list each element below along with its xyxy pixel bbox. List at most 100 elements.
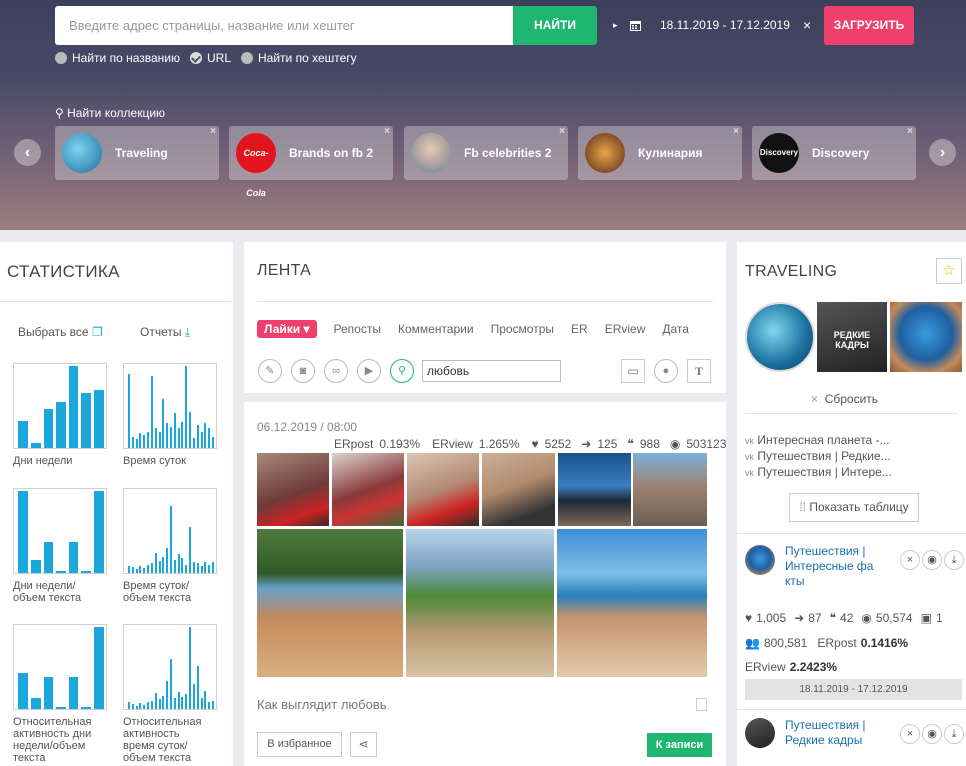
show-table-button[interactable]: ⁞⁞ Показать таблицу <box>789 493 919 522</box>
checkbox-by-hashtag[interactable] <box>241 52 254 64</box>
page-link[interactable]: vk Путешествия | Редкие... <box>745 449 891 463</box>
tab-er[interactable]: ER <box>571 322 588 336</box>
post-photo[interactable] <box>332 453 404 526</box>
star-icon[interactable]: ☆ <box>936 258 962 284</box>
tab-date[interactable]: Дата <box>662 322 689 336</box>
video-icon[interactable]: ▶ <box>357 359 381 383</box>
stats-chart[interactable] <box>13 363 107 449</box>
link-icon[interactable]: ∞ <box>324 359 348 383</box>
page-link[interactable]: vk Интересная планета -... <box>745 433 890 447</box>
stats-chart[interactable] <box>13 624 107 710</box>
carousel-prev-button[interactable]: ‹ <box>14 139 41 166</box>
community-name[interactable]: Путешествия | Интересные фа кты <box>785 544 885 589</box>
go-to-post-button[interactable]: К записи <box>647 733 712 757</box>
search-input[interactable]: Введите адрес страницы, название или хеш… <box>55 6 513 45</box>
reset-button[interactable]: × Сбросить <box>811 392 878 406</box>
collection-card-celebrities[interactable]: Fb celebrities 2 × <box>404 126 568 180</box>
remove-collection-icon[interactable]: × <box>559 126 565 137</box>
close-icon: × <box>811 392 819 406</box>
post-photo[interactable] <box>633 453 707 526</box>
select-all-button[interactable]: Выбрать все ❐ <box>18 325 103 339</box>
stats-chart[interactable] <box>123 624 217 710</box>
eye-icon[interactable]: ◉ <box>922 724 942 744</box>
remove-icon[interactable]: × <box>900 550 920 570</box>
option-by-name[interactable]: Найти по названию <box>55 51 180 65</box>
option-by-hashtag[interactable]: Найти по хештегу <box>241 51 357 65</box>
camera-icon[interactable]: ◙ <box>291 359 315 383</box>
post-photo[interactable] <box>257 453 329 526</box>
tab-reposts[interactable]: Репосты <box>334 322 381 336</box>
page-link[interactable]: vk Путешествия | Интере... <box>745 465 892 479</box>
find-collection-link[interactable]: ⚲ Найти коллекцию <box>55 106 165 120</box>
tab-erview[interactable]: ERview <box>605 322 646 336</box>
stats-chart[interactable] <box>123 488 217 574</box>
checkbox-by-name[interactable] <box>55 52 67 64</box>
checkbox-url[interactable] <box>190 52 202 64</box>
post-photo[interactable] <box>558 453 631 526</box>
post-photo[interactable] <box>257 529 403 677</box>
reports-button[interactable]: Отчеты ⤓ <box>140 325 190 340</box>
share-icon[interactable]: ⋖ <box>350 732 377 757</box>
option-url[interactable]: URL <box>190 51 231 65</box>
find-button[interactable]: НАЙТИ <box>513 6 597 45</box>
avatar[interactable] <box>745 718 775 748</box>
post-photo[interactable] <box>557 529 707 677</box>
subscribers-count: 800,581 <box>763 636 808 650</box>
collection-avatar[interactable]: РЕДКИЕ КАДРЫ <box>817 302 887 372</box>
chart-bar <box>208 702 211 709</box>
text-icon[interactable]: T <box>687 359 711 383</box>
carousel-next-button[interactable]: › <box>929 139 956 166</box>
user-icon[interactable]: ● <box>654 359 678 383</box>
collection-card-brands[interactable]: Coca-Cola Brands on fb 2 × <box>229 126 393 198</box>
collection-card-discovery[interactable]: Discovery Discovery × <box>752 126 916 180</box>
stats-chart[interactable] <box>13 488 107 574</box>
chart-bar <box>147 701 150 709</box>
post-photo[interactable] <box>482 453 555 526</box>
tab-comments[interactable]: Комментарии <box>398 322 474 336</box>
eye-icon[interactable]: ◉ <box>922 550 942 570</box>
erview-value: 2.2423% <box>789 660 838 674</box>
post-photo[interactable] <box>406 529 554 677</box>
calendar-icon[interactable] <box>630 6 641 45</box>
vk-icon: vk <box>745 468 754 478</box>
download-icon[interactable]: ⤓ <box>944 724 964 744</box>
chart-bar <box>56 571 66 573</box>
collection-card-cooking[interactable]: Кулинария × <box>578 126 742 180</box>
chart-bar <box>143 434 146 448</box>
add-favorite-button[interactable]: В избранное <box>257 732 342 757</box>
remove-collection-icon[interactable]: × <box>210 126 216 137</box>
reposts-count: 125 <box>597 437 618 451</box>
avatar[interactable] <box>745 545 775 575</box>
chart-bar <box>18 420 29 448</box>
chart-bar <box>185 564 188 573</box>
remove-collection-icon[interactable]: × <box>733 126 739 137</box>
collection-name: Discovery <box>812 146 870 160</box>
filter-input[interactable]: любовь <box>422 360 561 382</box>
collection-avatar[interactable] <box>890 302 962 372</box>
tab-views[interactable]: Просмотры <box>491 322 554 336</box>
chart-bar <box>200 566 203 573</box>
views-count: 503123 <box>686 437 727 451</box>
erpost-value: 0.1416% <box>860 636 909 650</box>
download-icon[interactable]: ⤓ <box>944 550 964 570</box>
collection-card-traveling[interactable]: Traveling × <box>55 126 219 180</box>
chart-bar <box>181 558 184 573</box>
remove-icon[interactable]: × <box>900 724 920 744</box>
community-name[interactable]: Путешествия | Редкие кадры <box>785 718 885 748</box>
post-photo[interactable] <box>407 453 479 526</box>
document-icon[interactable] <box>696 698 707 711</box>
search-filter-icon[interactable]: ⚲ <box>390 359 414 383</box>
tab-likes[interactable]: Лайки ▾ <box>257 320 317 338</box>
load-button[interactable]: ЗАГРУЗИТЬ <box>824 6 914 45</box>
stats-chart[interactable] <box>123 363 217 449</box>
erpost-label: ERpost <box>334 437 374 451</box>
date-range[interactable]: 18.11.2019 - 17.12.2019 <box>660 6 790 45</box>
chart-bar <box>181 421 184 448</box>
remove-collection-icon[interactable]: × <box>384 126 390 137</box>
vk-icon: vk <box>745 436 754 446</box>
calendar-filter-icon[interactable]: ▭ <box>621 359 645 383</box>
clear-date-icon[interactable]: × <box>803 6 811 45</box>
collection-avatar[interactable] <box>745 302 815 372</box>
pencil-icon[interactable]: ✎ <box>258 359 282 383</box>
remove-collection-icon[interactable]: × <box>907 126 913 137</box>
